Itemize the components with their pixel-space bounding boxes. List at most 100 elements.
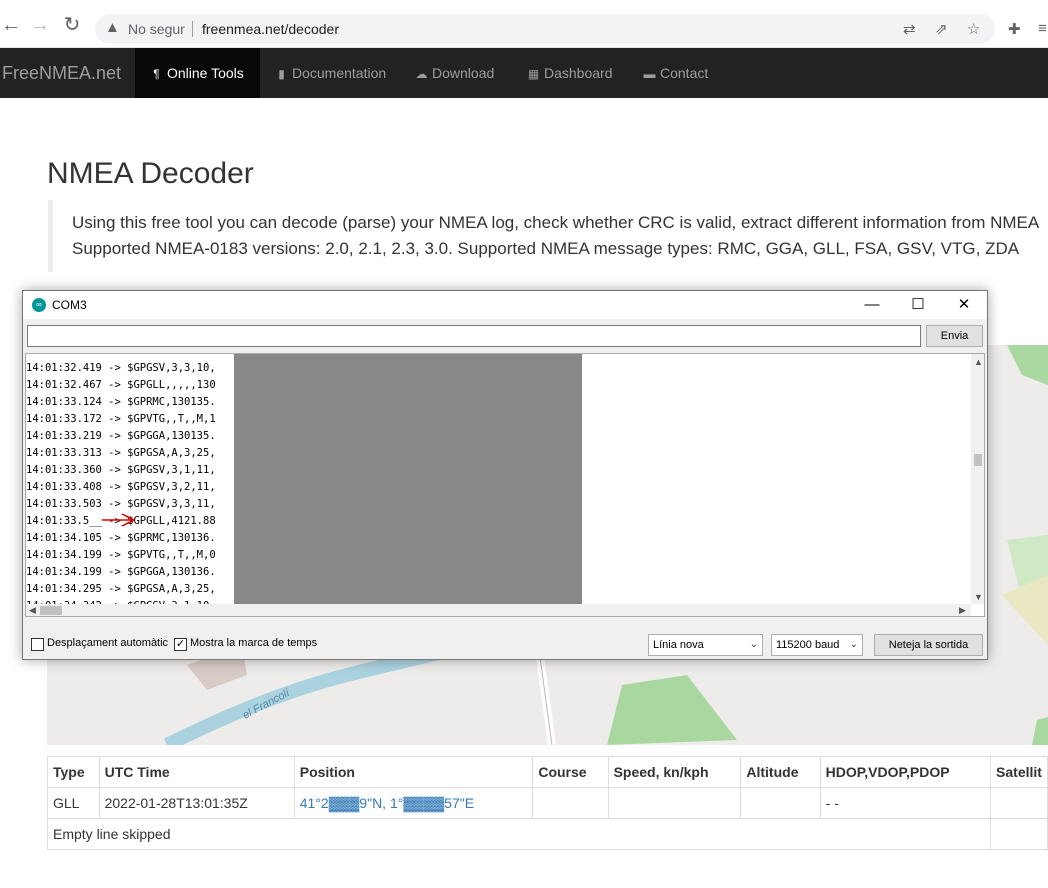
scroll-left-icon[interactable]: ◀ <box>29 605 36 616</box>
chevron-down-icon: ⌄ <box>849 639 858 650</box>
serial-line: 14:01:34.105 -> $GPRMC,130136. <box>26 532 216 544</box>
menu-icon[interactable]: ≡ <box>1038 20 1047 37</box>
results-header-row: Type UTC Time Position Course Speed, kn/… <box>47 756 1048 788</box>
serial-line: 14:01:33.313 -> $GPGSA,A,3,25, <box>26 447 216 459</box>
window-titlebar[interactable]: ∞ COM3 — ☐ ✕ <box>23 291 987 319</box>
vertical-scroll-thumb[interactable] <box>974 454 982 466</box>
col-position: Position <box>293 756 534 788</box>
translate-icon[interactable]: ⇄ <box>903 20 916 38</box>
cell-utc-time: 2022-01-28T13:01:35Z <box>98 787 295 819</box>
url-text[interactable]: freenmea.net/decoder <box>202 21 339 37</box>
position-link[interactable]: 41°2‌▓▓▓9"N, 1°▓▓▓▓57"E <box>300 795 474 811</box>
serial-output-lines: 14:01:32.419 -> $GPGSV,3,3,10, 14:01:32.4… <box>26 360 216 615</box>
serial-line: 14:01:34.295 -> $GPGSA,A,3,25, <box>26 583 216 595</box>
back-icon[interactable]: ← <box>0 14 22 36</box>
cell-course <box>532 787 609 819</box>
col-utc-time: UTC Time <box>98 756 295 788</box>
cloud-download-icon: ☁ <box>415 67 428 81</box>
nav-contact[interactable]: ▬ Contact <box>643 48 709 98</box>
close-icon[interactable]: ✕ <box>941 294 987 316</box>
serial-line: 14:01:34.199 -> $GPVTG,,T,,M,0 <box>26 549 216 561</box>
serial-line: 14:01:33.124 -> $GPRMC,130135. <box>26 396 216 408</box>
share-icon[interactable]: ⇗ <box>935 20 948 38</box>
serial-monitor-window: ∞ COM3 — ☐ ✕ Envia 14:01:32.419 -> $GPGS… <box>22 290 988 660</box>
security-label[interactable]: No segur <box>128 21 185 37</box>
extensions-icon[interactable]: ✚ <box>1008 20 1021 38</box>
timestamp-checkbox[interactable]: ✓ <box>174 638 187 651</box>
site-brand[interactable]: FreeNMEA.net <box>2 63 121 84</box>
arduino-icon: ∞ <box>32 298 46 312</box>
forward-icon[interactable]: → <box>29 14 51 36</box>
bookmark-star-icon[interactable]: ☆ <box>967 20 980 38</box>
line-ending-select[interactable]: Línia nova ⌄ <box>648 634 763 656</box>
autoscroll-label[interactable]: Desplaçament automàtic <box>47 637 168 649</box>
line-ending-value: Línia nova <box>653 639 704 651</box>
nav-dashboard[interactable]: ▦ Dashboard <box>527 48 613 98</box>
serial-line: 14:01:33.408 -> $GPGSV,3,2,11, <box>26 481 216 493</box>
cell-altitude <box>740 787 821 819</box>
redacted-area <box>234 354 582 604</box>
scroll-right-icon[interactable]: ▶ <box>959 605 966 616</box>
horizontal-scrollbar[interactable]: ◀ ▶ <box>26 604 971 616</box>
timestamp-label[interactable]: Mostra la marca de temps <box>190 637 317 649</box>
nav-label: Online Tools <box>167 65 244 81</box>
site-navbar: FreeNMEA.net ¶ Online Tools ▮ Documentatio… <box>0 48 1048 98</box>
col-course: Course <box>532 756 609 788</box>
nav-label: Dashboard <box>544 65 613 81</box>
send-button[interactable]: Envia <box>926 325 983 347</box>
page-title: NMEA Decoder <box>47 157 254 190</box>
serial-line: 14:01:33.503 -> $GPGSV,3,3,11, <box>26 498 216 510</box>
vertical-scrollbar[interactable]: ▲ ▼ <box>971 354 984 604</box>
serial-line: 14:01:33.219 -> $GPGGA,130135. <box>26 430 216 442</box>
intro-line-1: Using this free tool you can decode (par… <box>72 213 1040 232</box>
col-speed: Speed, kn/kph <box>607 756 742 788</box>
clear-output-button[interactable]: Neteja la sortida <box>874 634 983 656</box>
horizontal-scroll-thumb[interactable] <box>40 606 62 615</box>
col-satellites: Satellit <box>990 756 1048 788</box>
baud-select[interactable]: 115200 baud ⌄ <box>771 634 863 656</box>
serial-line: 14:01:32.419 -> $GPGSV,3,3,10, <box>26 362 216 374</box>
cell-speed <box>607 787 742 819</box>
scroll-down-icon[interactable]: ▼ <box>974 592 983 602</box>
cell-type: GLL <box>47 787 100 819</box>
red-arrow-annotation <box>102 513 136 527</box>
dashboard-icon: ▦ <box>527 67 540 81</box>
nav-label: Documentation <box>292 65 387 81</box>
serial-line: 14:01:32.467 -> $GPGLL,,,,,130 <box>26 379 216 391</box>
book-icon: ▮ <box>278 67 285 81</box>
intro-blockquote: Using this free tool you can decode (par… <box>48 200 1048 272</box>
nav-documentation[interactable]: ▮ Documentation <box>275 48 386 98</box>
minimize-icon[interactable]: — <box>849 294 895 316</box>
serial-output[interactable]: 14:01:32.419 -> $GPGSV,3,3,10, 14:01:32.4… <box>25 353 985 617</box>
address-divider <box>192 21 193 37</box>
cell-note: Empty line skipped <box>46 818 992 850</box>
results-table: Type UTC Time Position Course Speed, kn/… <box>46 756 1048 850</box>
address-bar[interactable]: ▲ No segur freenmea.net/decoder ⇄ ⇗ ☆ <box>95 14 995 44</box>
autoscroll-checkbox[interactable] <box>31 638 44 651</box>
window-title: COM3 <box>52 298 87 312</box>
send-input[interactable] <box>27 325 921 347</box>
nav-label: Contact <box>660 65 709 81</box>
serial-line: 14:01:34.199 -> $GPGGA,130136. <box>26 566 216 578</box>
serial-line: 14:01:33.172 -> $GPVTG,,T,,M,1 <box>26 413 216 425</box>
scroll-up-icon[interactable]: ▲ <box>974 357 983 367</box>
cell-note-empty <box>990 818 1048 850</box>
nav-download[interactable]: ☁ Download <box>415 48 495 98</box>
chat-icon: ▬ <box>643 67 656 81</box>
col-altitude: Altitude <box>740 756 821 788</box>
chevron-down-icon: ⌄ <box>749 639 758 650</box>
col-dop: HDOP,VDOP,PDOP <box>819 756 992 788</box>
baud-value: 115200 baud <box>776 639 840 651</box>
table-row: GLL 2022-01-28T13:01:35Z 41°2‌▓▓▓9"N, 1°… <box>47 787 1048 819</box>
nav-online-tools[interactable]: ¶ Online Tools <box>135 48 260 98</box>
cell-dop: - - <box>819 787 992 819</box>
maximize-icon[interactable]: ☐ <box>895 294 941 316</box>
table-row: Empty line skipped <box>46 818 1048 850</box>
warning-icon[interactable]: ▲ <box>105 19 120 36</box>
col-type: Type <box>47 756 100 788</box>
tools-icon: ¶ <box>153 67 160 81</box>
serial-line: 14:01:33.360 -> $GPGSV,3,1,11, <box>26 464 216 476</box>
serial-monitor-footer: Desplaçament automàtic ✓ Mostra la marca… <box>23 631 987 659</box>
browser-toolbar: ← → ↻ ▲ No segur freenmea.net/decoder ⇄ … <box>0 0 1048 48</box>
reload-icon[interactable]: ↻ <box>61 14 83 36</box>
